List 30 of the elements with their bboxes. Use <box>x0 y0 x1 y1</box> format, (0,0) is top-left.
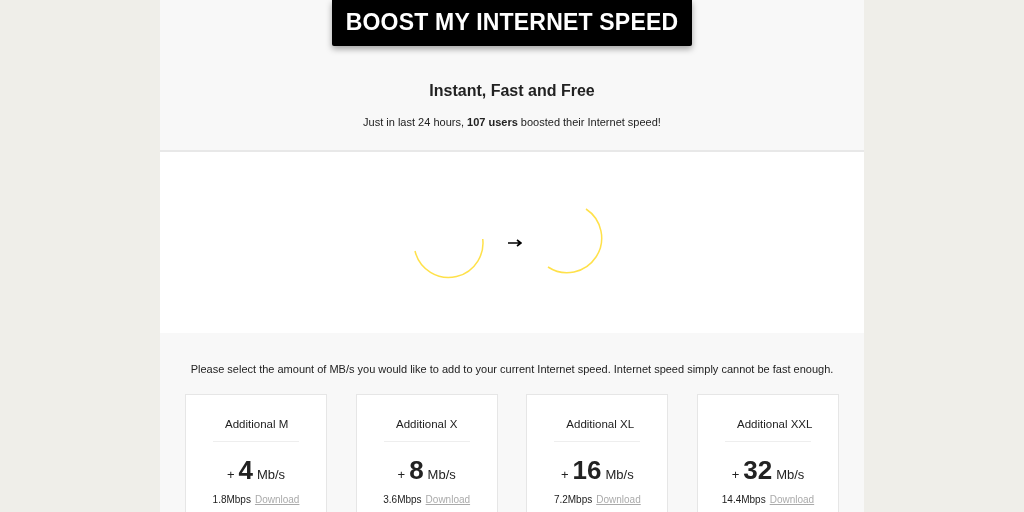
plan-name: Additional M <box>213 415 299 442</box>
speed-amount: 16 <box>572 455 602 485</box>
speed-unit: Mb/s <box>605 467 634 483</box>
plus-sign: + <box>731 467 740 483</box>
instructions-text: Please select the amount of MB/s you would like to add to your current Internet speed. Internet speed simply cannot be fast enough. <box>189 362 835 377</box>
spinner-icon <box>412 238 484 281</box>
plan-card[interactable]: Additional XL +16 Mb/s 7.2Mbps Download <box>526 393 669 512</box>
plan-name: Additional XXL <box>724 415 811 442</box>
download-rate: 14.4Mbps <box>721 494 766 506</box>
hero-subtext: Just in last 24 hours, 107 users boosted their Internet speed! <box>362 114 662 130</box>
plan-name: Additional XL <box>554 415 641 442</box>
plus-sign: + <box>397 467 406 483</box>
plan-card[interactable]: Additional XXL +32 Mb/s 14.4Mbps Download <box>696 393 839 512</box>
plan-name: Additional X <box>383 415 470 442</box>
speed-amount: 4 <box>238 455 253 485</box>
speed-amount: 32 <box>743 455 773 485</box>
download-rate: 1.8Mbps <box>212 494 251 506</box>
speed-amount: 8 <box>409 455 424 485</box>
speed-unit: Mb/s <box>776 467 805 483</box>
plus-sign: + <box>560 467 569 483</box>
arrow-icon <box>508 238 522 247</box>
speed-unit: Mb/s <box>256 467 286 483</box>
download-rate: 7.2Mbps <box>553 494 593 506</box>
plan-card[interactable]: Additional M +4 Mb/s 1.8Mbps Download <box>185 393 327 512</box>
plan-card[interactable]: Additional X +8 Mb/s 3.6Mbps Download <box>355 393 498 512</box>
speed-unit: Mb/s <box>427 467 456 483</box>
banner-title: BOOST MY INTERNET SPEED <box>331 0 693 46</box>
plus-sign: + <box>226 467 235 483</box>
hero-heading: Instant, Fast and Free <box>428 80 596 100</box>
download-rate: 3.6Mbps <box>383 494 422 506</box>
